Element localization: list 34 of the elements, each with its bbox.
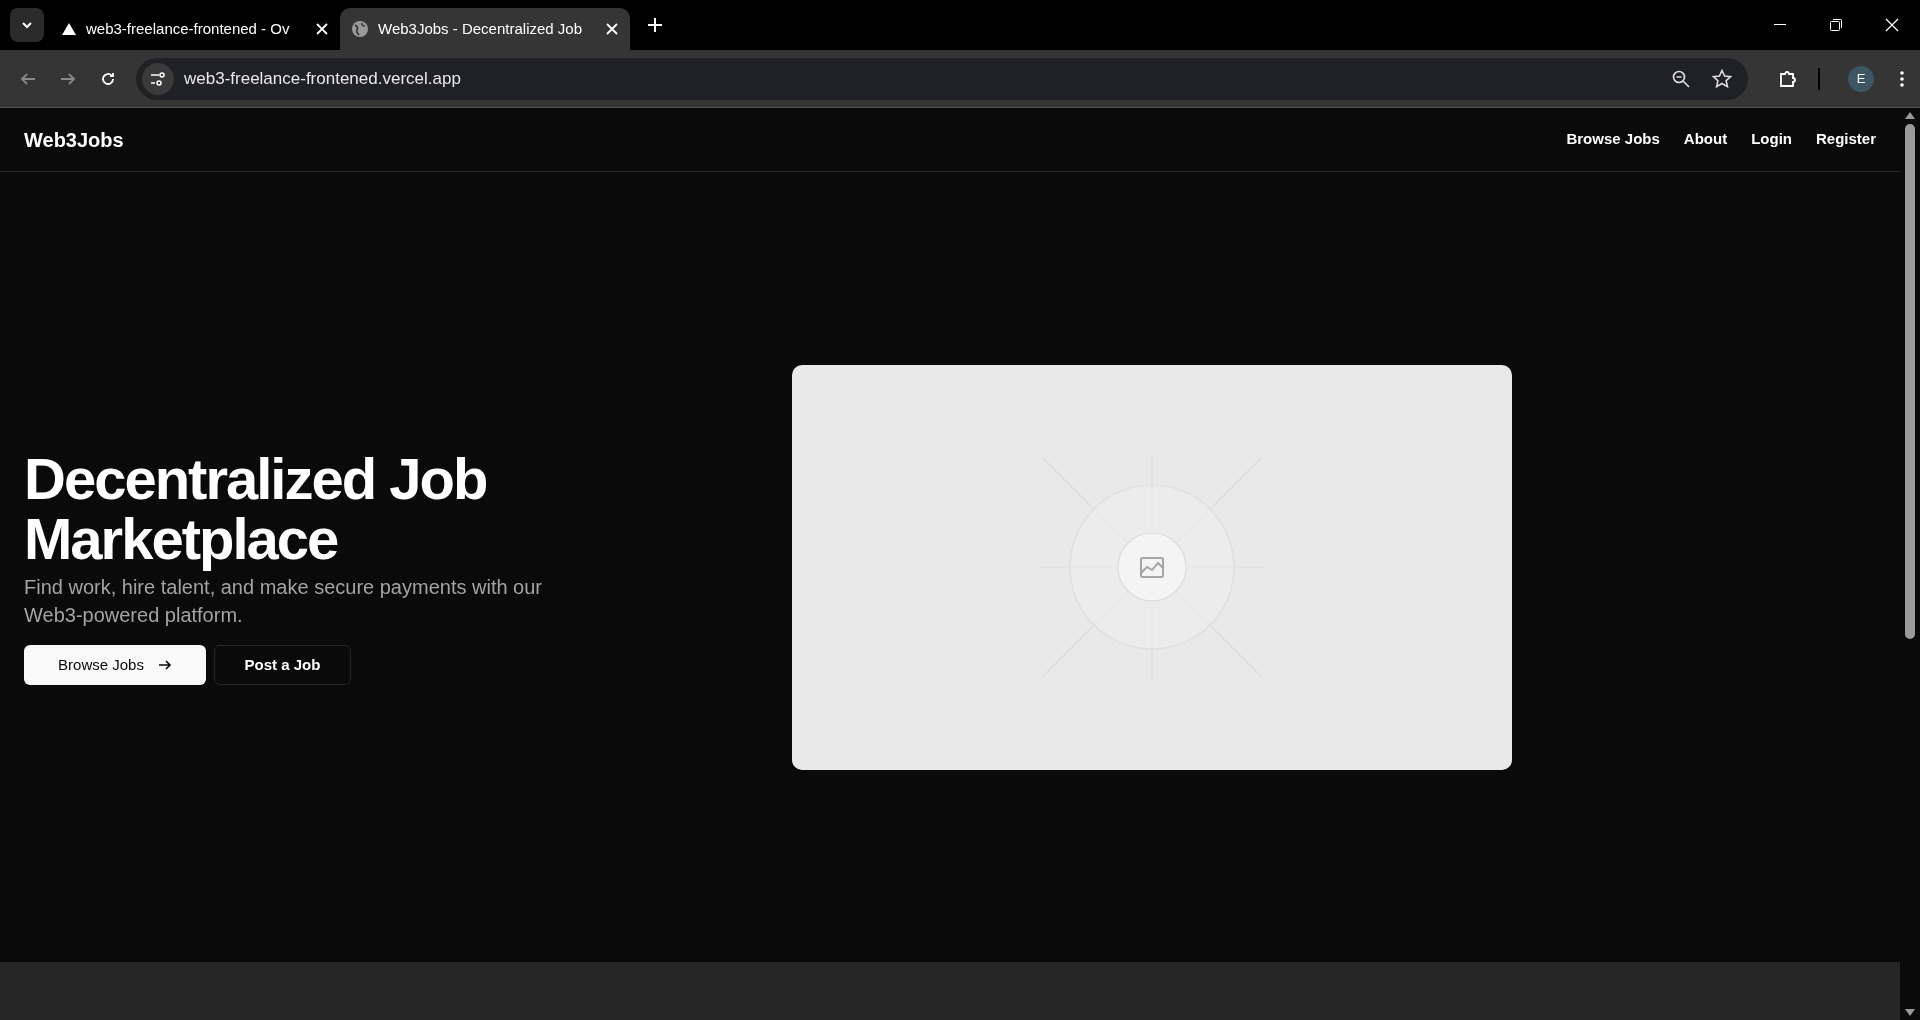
nav-link[interactable]: Register bbox=[1815, 128, 1876, 151]
profile-avatar[interactable]: E bbox=[1848, 65, 1874, 92]
scrollbar-thumb[interactable] bbox=[1905, 124, 1915, 639]
more-menu-icon[interactable] bbox=[1900, 70, 1904, 87]
close-icon[interactable] bbox=[606, 23, 618, 35]
forward-arrow-icon bbox=[60, 70, 76, 87]
plus-icon bbox=[647, 17, 663, 33]
zoom-out-icon[interactable] bbox=[1672, 69, 1690, 88]
triangle-icon bbox=[62, 23, 76, 35]
restore-icon bbox=[1830, 19, 1842, 31]
close-icon[interactable] bbox=[316, 23, 328, 35]
star-icon[interactable] bbox=[1712, 68, 1732, 89]
post-job-button[interactable]: Post a Job bbox=[214, 645, 351, 685]
url-text: web3-freelance-frontened.vercel.app bbox=[184, 67, 461, 90]
nav-link[interactable]: About bbox=[1683, 128, 1728, 151]
site-settings-icon[interactable] bbox=[142, 62, 174, 95]
tab-title: Web3Jobs - Decentralized Job bbox=[378, 18, 583, 39]
nav-link[interactable]: Browse Jobs bbox=[1566, 128, 1660, 151]
site-logo[interactable]: Web3Jobs bbox=[24, 124, 124, 155]
address-bar[interactable]: web3-freelance-frontened.vercel.app bbox=[136, 57, 1748, 100]
globe-icon bbox=[352, 21, 368, 37]
close-icon bbox=[1885, 18, 1899, 32]
browser-tab[interactable]: Web3Jobs - Decentralized Job bbox=[340, 8, 630, 50]
arrow-right-icon bbox=[157, 658, 172, 672]
hero-subtitle: Find work, hire talent, and make secure payments with our Web3-powered platform. bbox=[24, 575, 544, 628]
back-arrow-icon bbox=[20, 70, 36, 87]
tab-title: web3-freelance-frontened - Ov bbox=[86, 18, 291, 39]
nav-link[interactable]: Login bbox=[1751, 128, 1792, 151]
minimize-icon bbox=[1774, 24, 1786, 26]
puzzle-piece-icon[interactable] bbox=[1778, 68, 1798, 89]
reload-icon bbox=[100, 70, 116, 87]
browse-jobs-button[interactable]: Browse Jobs bbox=[24, 645, 206, 685]
tab-list-button[interactable] bbox=[10, 8, 44, 42]
hero-heading: Decentralized Job Marketplace bbox=[24, 449, 488, 569]
